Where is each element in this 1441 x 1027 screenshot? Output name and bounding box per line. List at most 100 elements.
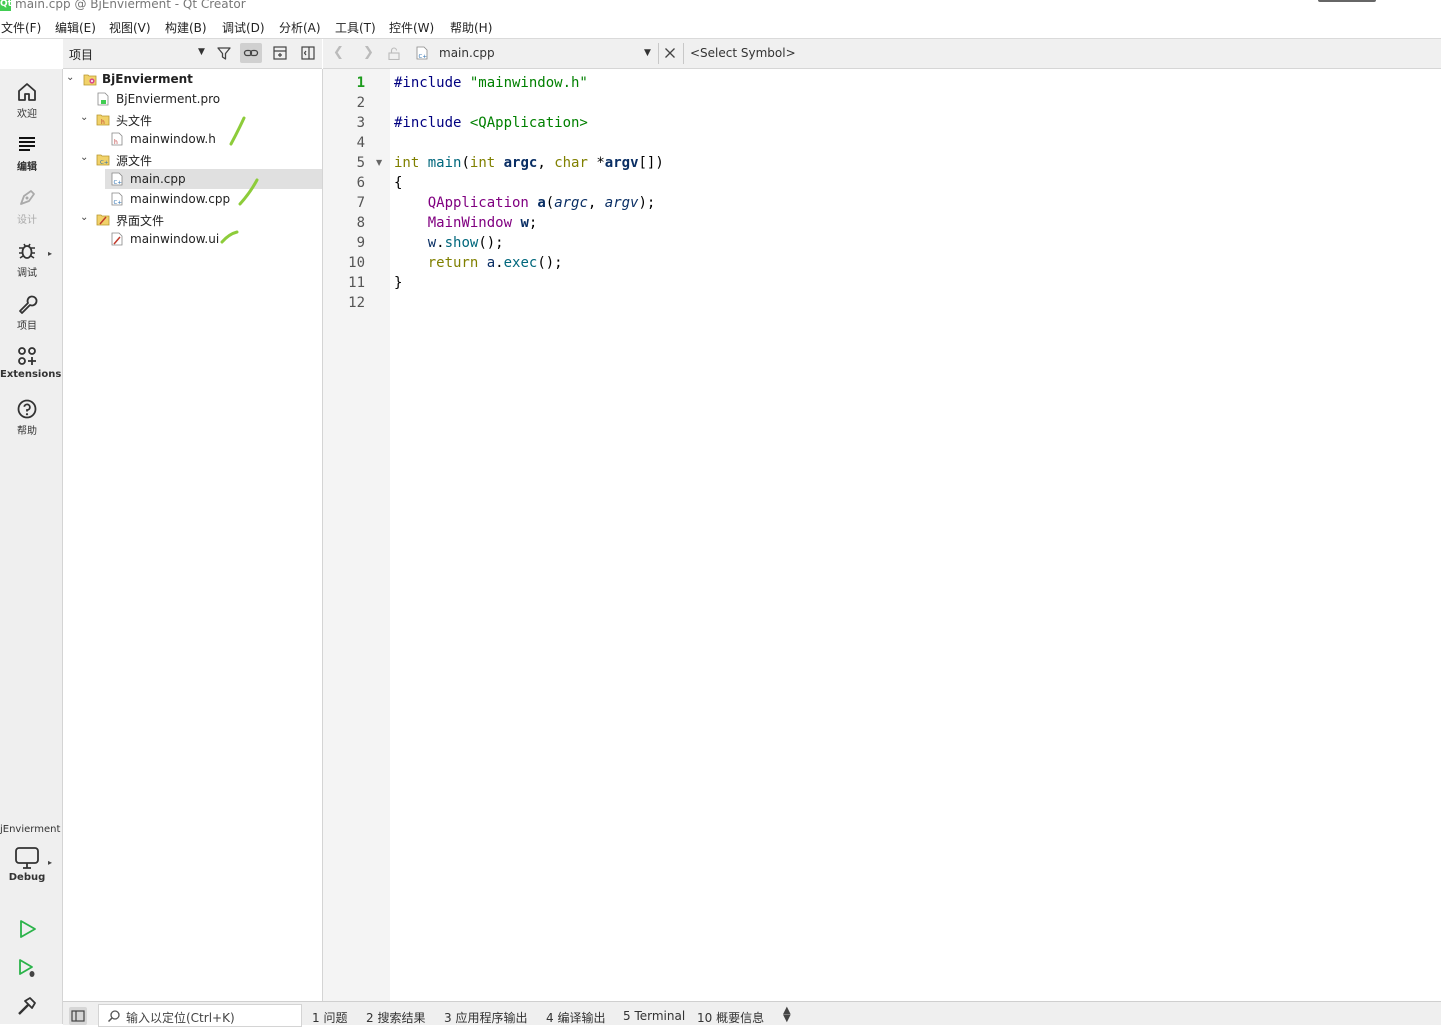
menu-help[interactable]: 帮助(H)	[450, 19, 492, 36]
argument: argc	[554, 195, 588, 211]
locator-placeholder: 输入以定位(Ctrl+K)	[126, 1011, 235, 1025]
cpp-file-icon: C+	[111, 192, 123, 206]
type-name: MainWindow	[427, 215, 513, 231]
mode-projects[interactable]: 项目	[0, 293, 54, 332]
line-number: 12	[348, 295, 365, 311]
code-line: #include "mainwindow.h"	[394, 75, 588, 95]
expand-arrow-icon[interactable]: ⌄	[80, 152, 88, 163]
output-tab-application-output[interactable]: 3 应用程序输出	[444, 1009, 527, 1026]
preprocessor-directive: #include	[394, 115, 470, 131]
tree-item-label: BjEnvierment	[102, 72, 193, 86]
code-line: QApplication a(argc, argv);	[394, 195, 656, 215]
parameter-name: argv	[604, 155, 639, 171]
more-tabs-arrows-icon[interactable]: ▲ ▼	[783, 1006, 791, 1024]
hammer-icon	[18, 997, 36, 1015]
argument: argv	[604, 195, 639, 211]
mode-welcome[interactable]: 欢迎	[0, 81, 54, 120]
output-tab-compile-output[interactable]: 4 编译输出	[546, 1009, 605, 1026]
svg-text:h: h	[114, 139, 118, 146]
toggle-sidebar-button[interactable]	[69, 1007, 87, 1025]
dropdown-arrow-icon: ▼	[198, 47, 205, 57]
mode-help[interactable]: 帮助	[0, 398, 54, 437]
toolbar-separator	[658, 43, 659, 64]
mode-design[interactable]: 设计	[0, 187, 54, 226]
tree-item-headers-folder[interactable]: ⌄ h 头文件	[63, 109, 322, 129]
header-file-icon: h	[111, 132, 123, 146]
mode-debug[interactable]: 调试	[0, 240, 54, 279]
tree-item-label: main.cpp	[130, 172, 186, 186]
mode-edit[interactable]: 编辑	[0, 134, 54, 173]
output-tab-terminal[interactable]: 5 Terminal	[623, 1009, 685, 1023]
mode-label-projects: 项目	[17, 321, 37, 332]
bug-icon	[19, 243, 35, 259]
monitor-icon	[15, 847, 39, 869]
punctuation: .	[495, 255, 504, 271]
line-number: 6	[356, 175, 365, 191]
sync-editor-button[interactable]	[240, 43, 262, 63]
menu-controls[interactable]: 控件(W)	[389, 19, 434, 36]
link-icon	[243, 49, 259, 57]
line-number: 7	[356, 195, 365, 211]
method-name: exec	[503, 255, 538, 271]
title-bar: Qt main.cpp @ BjEnvierment - Qt Creator	[0, 0, 1441, 14]
filter-tree-button[interactable]	[213, 43, 235, 63]
keyword: return	[427, 255, 479, 271]
split-panel-button[interactable]	[269, 43, 291, 63]
qt-creator-logo-icon: Qt	[0, 0, 12, 11]
go-forward-button[interactable]: ❯	[363, 45, 374, 60]
mode-label-welcome: 欢迎	[17, 109, 37, 120]
tree-item-sources-folder[interactable]: ⌄ C+ 源文件	[63, 149, 322, 169]
add-split-icon	[273, 46, 287, 60]
help-icon	[17, 399, 37, 419]
fold-arrow-icon[interactable]: ▼	[376, 158, 382, 167]
output-tab-general-messages[interactable]: 10 概要信息	[697, 1009, 764, 1026]
tree-item-mainwindow-h[interactable]: h mainwindow.h	[63, 116, 322, 149]
symbol-selector[interactable]: <Select Symbol>	[690, 46, 796, 60]
forms-folder-icon	[96, 214, 110, 226]
run-button[interactable]	[0, 918, 54, 940]
go-back-button[interactable]: ❮	[333, 45, 344, 60]
code-line: MainWindow w;	[394, 215, 538, 235]
parameter-name: argc	[503, 155, 538, 171]
output-tab-search-results[interactable]: 2 搜索结果	[366, 1009, 425, 1026]
expand-arrow-icon[interactable]: ⌄	[66, 72, 74, 83]
code-editor[interactable]: #include "mainwindow.h" #include <QAppli…	[390, 69, 1441, 1001]
mode-label-edit: 编辑	[17, 162, 37, 173]
menu-view[interactable]: 视图(V)	[109, 19, 151, 36]
build-button[interactable]	[0, 995, 54, 1017]
code-line: {	[394, 175, 403, 191]
menu-build[interactable]: 构建(B)	[165, 19, 207, 36]
lock-icon[interactable]	[388, 47, 400, 60]
project-view-selector[interactable]: 项目 ▼	[66, 44, 208, 62]
tree-item-project[interactable]: ⌄ BjEnvierment	[63, 69, 322, 89]
svg-text:C+: C+	[114, 180, 123, 186]
window-control-button[interactable]	[1318, 0, 1376, 2]
extensions-icon	[18, 347, 36, 365]
debug-run-button[interactable]	[0, 957, 54, 979]
tree-item-pro-file[interactable]: BjEnvierment.pro	[63, 89, 322, 109]
menu-bar: 文件(F) 编辑(E) 视图(V) 构建(B) 调试(D) 分析(A) 工具(T…	[0, 16, 1441, 39]
output-tab-issues[interactable]: 1 问题	[312, 1009, 347, 1026]
line-number-gutter: 1 2 3 4 5 ▼ 6 7 8 9 10 11 12	[323, 69, 390, 1001]
punctuation: ();	[478, 235, 504, 251]
debug-run-icon	[19, 959, 35, 977]
tree-item-mainwindow-ui[interactable]: mainwindow.ui	[63, 229, 322, 249]
tree-item-forms-folder[interactable]: ⌄ 界面文件	[63, 209, 322, 229]
menu-debug[interactable]: 调试(D)	[222, 19, 265, 36]
menu-analyze[interactable]: 分析(A)	[279, 19, 321, 36]
menu-file[interactable]: 文件(F)	[1, 19, 41, 36]
menu-tools[interactable]: 工具(T)	[335, 19, 376, 36]
close-document-icon[interactable]	[664, 47, 676, 59]
kit-selector[interactable]: Debug	[0, 846, 54, 883]
sidebar-toggle-icon	[71, 1010, 85, 1022]
pro-file-icon	[97, 92, 109, 106]
close-panel-button[interactable]	[297, 43, 319, 63]
mode-extensions[interactable]: Extensions	[0, 345, 61, 380]
preprocessor-directive: #include	[394, 75, 470, 91]
punctuation: ,	[587, 195, 605, 211]
expand-arrow-icon[interactable]: ⌄	[80, 212, 88, 223]
tree-item-mainwindow-cpp[interactable]: C+ mainwindow.cpp	[63, 178, 322, 209]
menu-edit[interactable]: 编辑(E)	[55, 19, 96, 36]
tree-item-main-cpp[interactable]: C+ main.cpp	[105, 169, 322, 189]
expand-arrow-icon[interactable]: ⌄	[80, 112, 88, 123]
